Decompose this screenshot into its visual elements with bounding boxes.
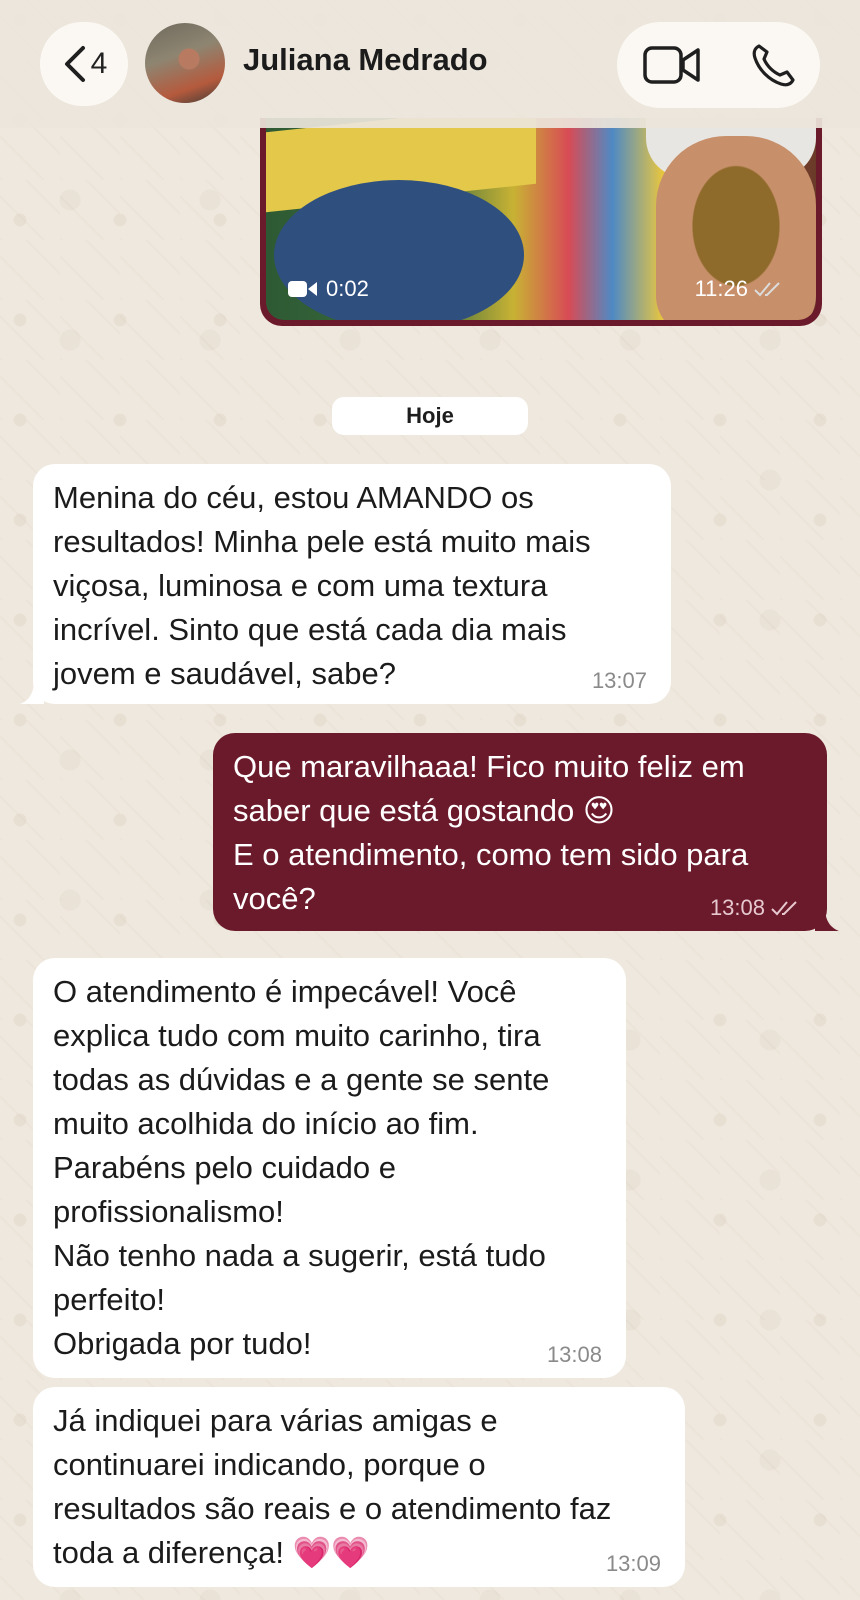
contact-name[interactable]: Juliana Medrado bbox=[243, 42, 488, 78]
video-thumbnail[interactable]: 0:02 11:26 bbox=[266, 118, 816, 320]
message-text: Menina do céu, estou AMANDO os resultado… bbox=[53, 480, 591, 691]
video-timestamp: 11:26 bbox=[695, 276, 784, 302]
video-camera-small-icon bbox=[288, 281, 317, 297]
message-meta: 13:07 bbox=[592, 668, 647, 694]
message-meta: 13:08 bbox=[547, 1342, 602, 1368]
double-check-icon bbox=[754, 282, 780, 297]
message-bubble-incoming[interactable]: O atendimento é impecável! Você explica … bbox=[33, 958, 626, 1378]
message-meta: 13:09 bbox=[606, 1551, 661, 1577]
message-time: 13:08 bbox=[546, 1342, 602, 1367]
message-time: 13:08 bbox=[709, 895, 765, 920]
message-bubble-incoming[interactable]: Menina do céu, estou AMANDO os resultado… bbox=[33, 464, 671, 704]
video-duration: 0:02 bbox=[288, 276, 369, 302]
bubble-tail-icon bbox=[20, 680, 44, 704]
video-message-bubble[interactable]: 0:02 11:26 bbox=[260, 118, 822, 326]
date-separator: Hoje bbox=[332, 397, 528, 435]
video-duration-label: 0:02 bbox=[326, 276, 369, 301]
avatar[interactable] bbox=[145, 23, 225, 103]
chat-header: 4 Juliana Medrado bbox=[0, 0, 860, 128]
message-time: 13:09 bbox=[605, 1551, 661, 1576]
call-buttons-group bbox=[617, 22, 820, 108]
message-bubble-incoming[interactable]: Já indiquei para várias amigas e continu… bbox=[33, 1387, 685, 1587]
message-text: O atendimento é impecável! Você explica … bbox=[53, 974, 550, 1361]
double-check-icon bbox=[771, 901, 797, 916]
bubble-tail-icon bbox=[815, 907, 839, 931]
phone-icon[interactable] bbox=[749, 42, 797, 90]
message-bubble-outgoing[interactable]: Que maravilhaaa! Fico muito feliz em sab… bbox=[213, 733, 827, 931]
message-text: Já indiquei para várias amigas e continu… bbox=[53, 1403, 612, 1570]
message-meta: 13:08 bbox=[710, 895, 803, 921]
video-time-label: 11:26 bbox=[694, 276, 748, 301]
chevron-left-icon bbox=[64, 46, 85, 82]
back-button[interactable]: 4 bbox=[40, 22, 128, 106]
unread-count: 4 bbox=[90, 47, 108, 80]
message-time: 13:07 bbox=[591, 668, 647, 693]
video-camera-icon[interactable] bbox=[643, 42, 701, 88]
